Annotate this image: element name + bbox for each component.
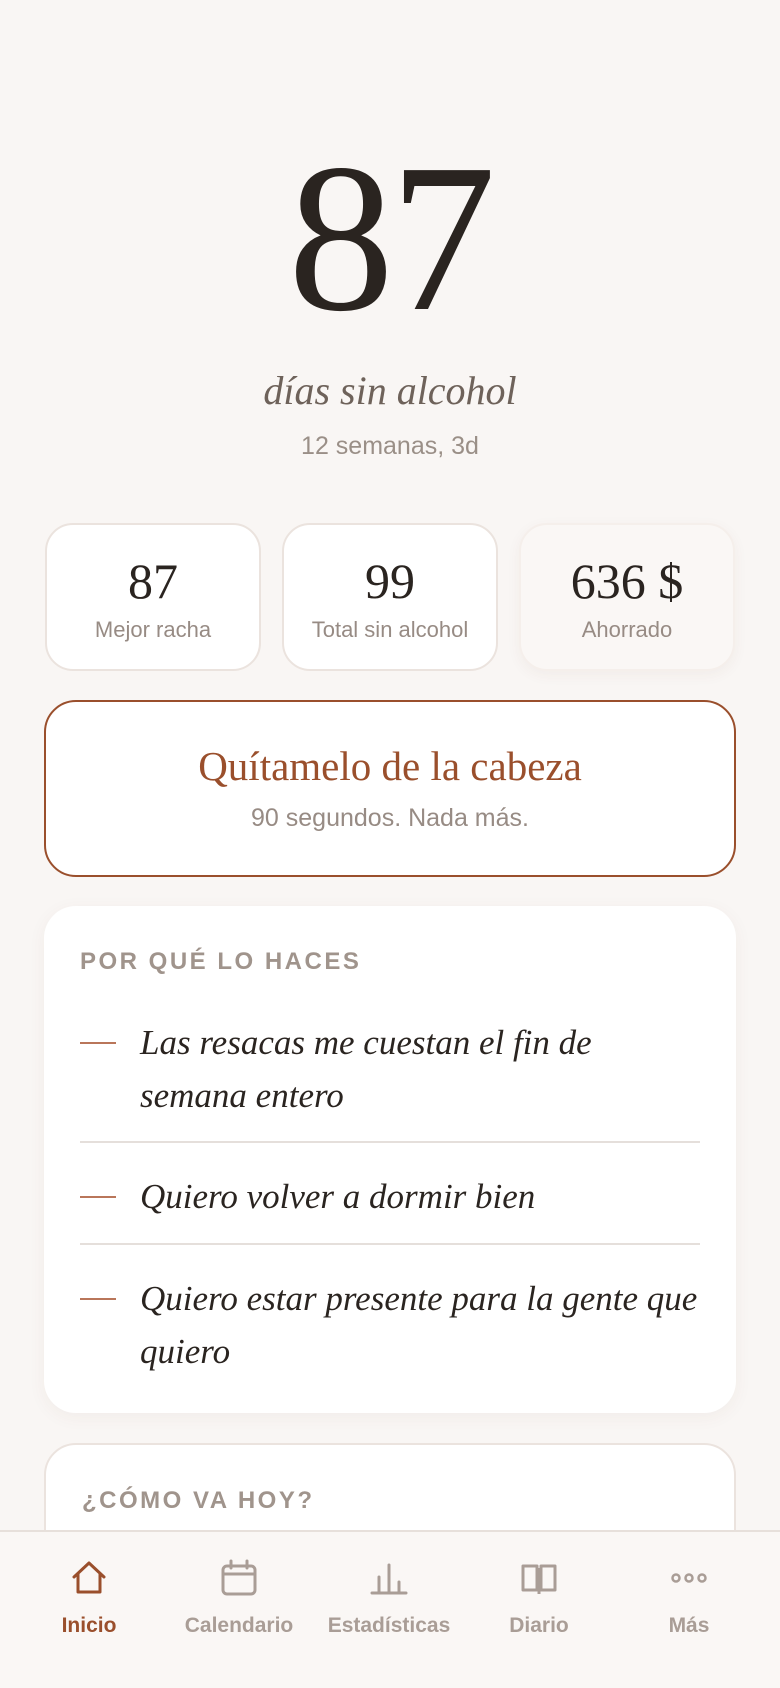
divider [80,1243,700,1245]
money-saved-label: Ahorrado [581,617,673,642]
clear-my-head-title: Quítamelo de la cabeza [198,743,582,789]
total-sober-card: 99 Total sin alcohol [282,523,498,671]
divider [80,1141,700,1143]
money-saved-value: 636 $ [570,553,684,609]
weeks-label: 12 semanas, 3d [301,432,479,460]
reason-text: Las resacas me cuestan el fin de semana … [140,1023,592,1115]
days-count: 87 [288,120,496,355]
bar-chart-icon [370,1563,408,1595]
bottom-tab-bar: Inicio Calendario Estadísticas Diario Má… [0,1530,780,1688]
tab-inicio[interactable]: Inicio [14,1532,164,1652]
tab-diario[interactable]: Diario [464,1532,614,1652]
reasons-card: POR QUÉ LO HACES Las resacas me cuestan … [44,906,736,1413]
tab-estadisticas[interactable]: Estadísticas [314,1532,464,1652]
dash-marker [80,1298,116,1300]
days-label: días sin alcohol [263,368,517,413]
tab-mas[interactable]: Más [614,1532,764,1652]
total-sober-label: Total sin alcohol [311,617,469,642]
tab-label: Estadísticas [327,1614,451,1637]
tab-calendario[interactable]: Calendario [164,1532,314,1652]
clear-my-head-subtitle: 90 segundos. Nada más. [251,804,529,832]
total-sober-value: 99 [365,553,415,609]
reason-text: Quiero estar presente para la gente que … [140,1279,698,1371]
clear-my-head-button[interactable]: Quítamelo de la cabeza 90 segundos. Nada… [44,700,736,877]
best-streak-value: 87 [128,553,178,609]
more-dots-icon [671,1573,707,1583]
calendar-icon [221,1559,257,1596]
tab-label: Calendario [184,1614,294,1637]
reasons-title: POR QUÉ LO HACES [80,948,362,975]
money-saved-card: 636 $ Ahorrado [519,523,735,671]
book-icon [521,1564,557,1594]
tab-label: Inicio [61,1614,117,1637]
best-streak-card: 87 Mejor racha [45,523,261,671]
tab-label: Diario [509,1614,569,1637]
tab-label: Más [668,1614,710,1637]
best-streak-label: Mejor racha [94,617,212,642]
home-icon [72,1561,106,1594]
today-title: ¿CÓMO VA HOY? [82,1487,315,1514]
dash-marker [80,1196,116,1198]
reason-text: Quiero volver a dormir bien [140,1177,536,1216]
dash-marker [80,1042,116,1044]
